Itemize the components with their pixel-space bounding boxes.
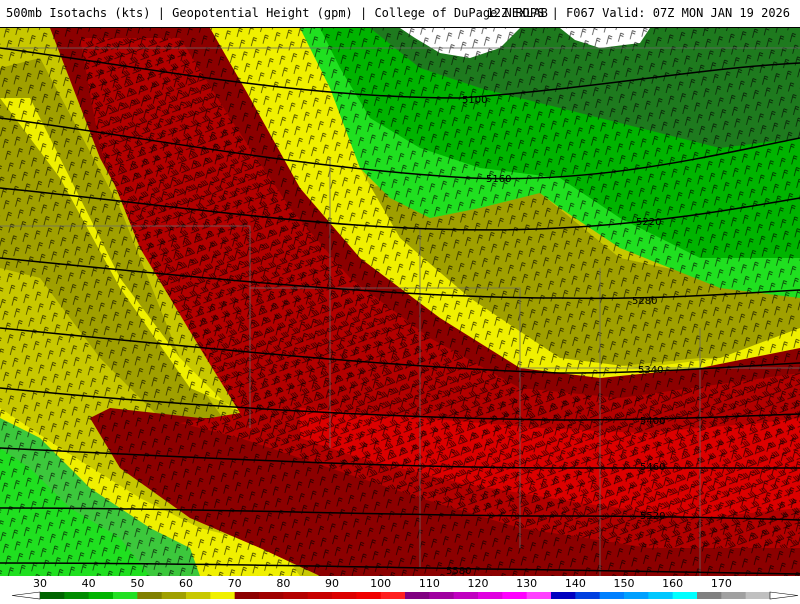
contour-label-5520: 5520	[640, 511, 665, 522]
legend-swatch	[283, 592, 309, 599]
contour-label-5580: 5580	[446, 566, 471, 576]
legend-canvas: 30 40 50 60 70 80 90 100 110 120 130 140 150 160 170	[11, 577, 799, 600]
legend-tick-label: 140	[565, 577, 586, 590]
legend-tick-label: 60	[179, 577, 193, 590]
contour-label-5220: 5220	[636, 217, 661, 228]
legend-swatch	[429, 592, 455, 599]
legend-tick-label: 30	[33, 577, 47, 590]
model-run-info: 12Z RDPS | F067 Valid: 07Z MON JAN 19 20…	[486, 6, 790, 20]
legend-tick-label: 40	[82, 577, 96, 590]
legend-swatch	[721, 592, 747, 599]
legend-swatch	[186, 592, 211, 599]
legend-swatch	[648, 592, 674, 599]
legend-swatch	[624, 592, 649, 599]
map-canvas: 5100 5160 5220 5280 5340 5400 5460 5520 …	[0, 28, 800, 577]
legend-swatch	[307, 592, 333, 599]
legend-swatch	[672, 592, 698, 599]
map-header: 500mb Isotachs (kts) | Geopotential Heig…	[0, 0, 800, 28]
legend-arrow-right	[769, 591, 799, 600]
legend-swatch	[356, 592, 382, 599]
legend-tick-label: 80	[276, 577, 290, 590]
contour-label-5160: 5160	[486, 174, 511, 185]
legend-swatch	[745, 592, 771, 599]
legend-arrow-left	[11, 591, 41, 600]
contour-label-5280: 5280	[632, 296, 657, 307]
legend-swatch	[88, 592, 114, 599]
legend-swatch	[259, 592, 284, 599]
legend-swatch	[478, 592, 503, 599]
legend-tick-label: 120	[468, 577, 489, 590]
legend-tick-label: 130	[516, 577, 537, 590]
legend-tick-label: 170	[711, 577, 732, 590]
contour-label-5400: 5400	[640, 416, 665, 427]
legend-tick-label: 110	[419, 577, 440, 590]
contour-label-5100: 5100	[462, 95, 487, 106]
contour-label-5340: 5340	[638, 365, 663, 376]
legend-swatch	[161, 592, 187, 599]
legend-swatch	[380, 592, 406, 599]
legend-swatch	[599, 592, 625, 599]
legend-swatch	[234, 592, 260, 599]
legend-swatch	[551, 592, 576, 599]
legend-swatch	[526, 592, 552, 599]
contour-label-5460: 5460	[640, 462, 665, 473]
legend-swatch	[697, 592, 722, 599]
legend-swatch	[405, 592, 430, 599]
legend-swatch	[453, 592, 479, 599]
product-title: 500mb Isotachs (kts) | Geopotential Heig…	[6, 6, 548, 20]
legend-tick-label: 100	[370, 577, 391, 590]
legend-tick-label: 150	[614, 577, 635, 590]
legend-tick-label: 160	[662, 577, 683, 590]
legend-swatch	[210, 592, 236, 599]
legend-tick-label: 90	[325, 577, 339, 590]
legend-swatch	[40, 592, 65, 599]
isotach-map: 5100 5160 5220 5280 5340 5400 5460 5520 …	[0, 28, 800, 577]
color-legend: 30 40 50 60 70 80 90 100 110 120 130 140 150 160 170	[0, 576, 800, 600]
legend-swatch	[113, 592, 138, 599]
legend-swatch	[575, 592, 601, 599]
legend-swatch	[502, 592, 528, 599]
legend-swatch	[64, 592, 90, 599]
legend-tick-label: 50	[130, 577, 144, 590]
legend-tick-label: 70	[228, 577, 242, 590]
legend-swatch	[332, 592, 357, 599]
legend-swatch	[137, 592, 163, 599]
